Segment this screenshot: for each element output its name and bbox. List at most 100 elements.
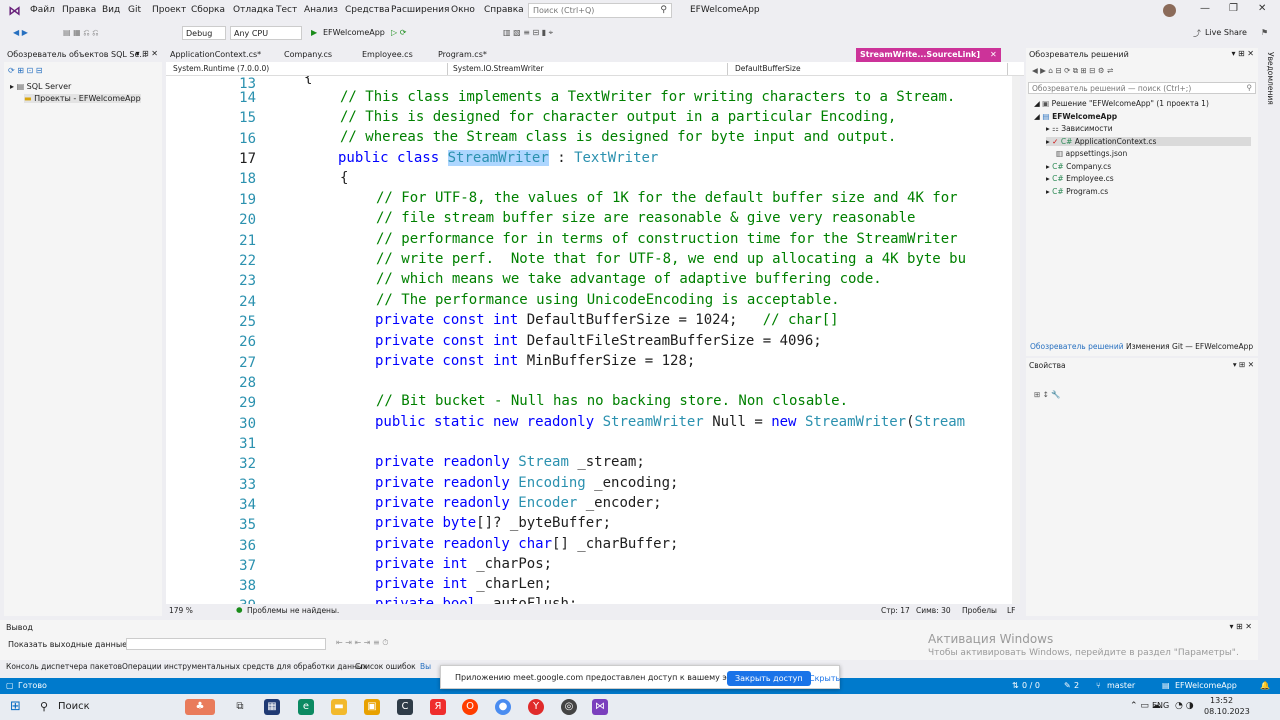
clock-time[interactable]: 13:52 [1210, 696, 1233, 705]
app-icon[interactable]: ▦ [264, 699, 280, 715]
tab-output[interactable]: Вы [420, 662, 431, 671]
menu-test[interactable]: Тест [276, 5, 297, 15]
tab-program[interactable]: Program.cs* [434, 48, 491, 62]
notifications-rail[interactable]: Уведомления [1262, 48, 1280, 678]
tab-package-manager[interactable]: Консоль диспетчера пакетов [6, 662, 122, 671]
branch-name[interactable]: master [1107, 681, 1135, 690]
project-dropdown[interactable]: System.Runtime (7.0.0.0) [170, 63, 448, 75]
vertical-scrollbar[interactable] [1012, 76, 1020, 604]
member-dropdown[interactable]: DefaultBufferSize [732, 63, 1008, 75]
language-indicator[interactable]: ENG [1152, 701, 1169, 710]
opera-icon[interactable]: O [462, 699, 478, 715]
pencil-icon[interactable]: ✎ [1064, 681, 1071, 690]
tab-application-context[interactable]: ApplicationContext.cs* [166, 48, 265, 62]
run-button[interactable]: EFWelcomeApp [320, 26, 388, 40]
tree-item-employee[interactable]: ▸ C# Employee.cs [1046, 174, 1114, 183]
close-icon[interactable]: ▾ ⊞ ✕ [1229, 622, 1252, 631]
changes-count[interactable]: 2 [1074, 681, 1079, 690]
menu-debug[interactable]: Отладка [233, 5, 274, 15]
sync-icon[interactable]: ⇅ [1012, 681, 1019, 690]
explorer-icon[interactable]: ▬ [331, 699, 347, 715]
close-icon[interactable]: ▾ ⊞ ✕ [135, 49, 158, 58]
issues-status[interactable]: Проблемы не найдены. [247, 606, 339, 615]
tab-git-changes[interactable]: Изменения Git — EFWelcomeApp [1126, 342, 1253, 351]
tree-item-project[interactable]: ◢ ▤ EFWelcomeApp [1034, 112, 1117, 121]
close-icon[interactable]: ✕ [1258, 3, 1266, 14]
tree-item-dependencies[interactable]: ▸ ⚏ Зависимости [1046, 124, 1113, 133]
tab-data-tools[interactable]: Операции инструментальных средств для об… [122, 662, 367, 671]
close-tab-icon[interactable]: ✕ [986, 48, 1001, 62]
task-view-icon[interactable]: ⧉ [232, 699, 248, 715]
repo-name[interactable]: EFWelcomeApp [1175, 681, 1237, 690]
properties-toolbar-icons[interactable]: ⊞ ↕ 🔧 [1034, 390, 1061, 399]
menu-file[interactable]: Файл [30, 5, 55, 15]
output-source-dropdown[interactable] [126, 638, 326, 650]
menu-build[interactable]: Сборка [191, 5, 225, 15]
minimize-icon[interactable]: — [1200, 3, 1210, 14]
terminal-icon[interactable]: C [397, 699, 413, 715]
clock-date[interactable]: 08.10.2023 [1204, 707, 1250, 716]
taskbar-search-icon[interactable]: ⚲ [40, 700, 48, 713]
live-share-button[interactable]: Live Share [1202, 26, 1250, 40]
panel-toolbar-icons[interactable]: ⟳ ⊞ ⊡ ⊟ [8, 66, 42, 75]
col-indicator[interactable]: Симв: 30 [916, 606, 951, 615]
menu-tools[interactable]: Средства [345, 5, 390, 15]
menu-view[interactable]: Вид [102, 5, 120, 15]
hide-button[interactable]: Скрыть [809, 674, 840, 683]
tab-company[interactable]: Company.cs [280, 48, 336, 62]
menu-extensions[interactable]: Расширения [391, 5, 449, 15]
config-dropdown[interactable]: Debug [182, 26, 226, 40]
toolbar-icons-2[interactable]: ▥ ▧ ≡ ⊟ ▮ ⌖ [500, 26, 556, 40]
maximize-icon[interactable]: ❐ [1229, 3, 1238, 14]
app2-icon[interactable]: ▣ [364, 699, 380, 715]
feedback-icon[interactable]: ⚑ [1258, 26, 1271, 40]
eol-indicator[interactable]: LF [1007, 606, 1016, 615]
tree-item-appsettings[interactable]: ▥ appsettings.json [1056, 149, 1127, 158]
code-editor[interactable]: 13 { 14 // This class implements a TextW… [166, 76, 1019, 604]
output-toolbar-icons[interactable]: ⇤ ⇥ ⇤ ⇥ ≡ ⏱ [336, 638, 388, 648]
solution-search-input[interactable]: Обозреватель решений — поиск (Ctrl+;) ⚲ [1028, 82, 1256, 94]
edge-icon[interactable]: e [298, 699, 314, 715]
tree-item-company[interactable]: ▸ C# Company.cs [1046, 162, 1111, 171]
widgets-icon[interactable]: ♣ [185, 699, 215, 715]
close-icon[interactable]: ▾ ⊞ ✕ [1231, 49, 1254, 58]
search-input[interactable]: Поиск (Ctrl+Q) ⚲ [528, 3, 672, 18]
solution-toolbar-icons[interactable]: ◀ ▶ ⌂ ⊟ ⟳ ⧉ ⊞ ⊟ ⚙ ⇌ [1032, 66, 1113, 76]
menu-window[interactable]: Окно [451, 5, 475, 15]
yandex-icon[interactable]: Я [430, 699, 446, 715]
visual-studio-icon[interactable]: ⋈ [592, 699, 608, 715]
tab-employee[interactable]: Employee.cs [358, 48, 417, 62]
type-dropdown[interactable]: System.IO.StreamWriter [450, 63, 728, 75]
tree-item-applicationcontext[interactable]: ▸ ✓ C# ApplicationContext.cs [1046, 137, 1251, 146]
chrome-icon[interactable]: ● [495, 699, 511, 715]
tab-error-list[interactable]: Список ошибок [355, 662, 416, 671]
tree-item-sql-server[interactable]: ▸ ▤ SQL Server [10, 82, 71, 91]
network-icon[interactable]: ◔ ◑ [1175, 701, 1194, 711]
zoom-level[interactable]: 179 % [169, 606, 193, 615]
windows-start-icon[interactable]: ⊞ [10, 699, 21, 714]
tab-solution-explorer[interactable]: Обозреватель решений [1030, 342, 1124, 351]
close-icon[interactable]: ▾ ⊞ ✕ [1233, 360, 1254, 369]
run-without-debug-icon[interactable]: ▷ ⟳ [388, 26, 409, 40]
branch-icon[interactable]: ⑂ [1096, 681, 1101, 690]
menu-git[interactable]: Git [128, 5, 141, 15]
stop-sharing-button[interactable]: Закрыть доступ [727, 671, 811, 686]
notifications-icon[interactable]: 🔔 [1260, 681, 1270, 690]
tree-item-projects[interactable]: ▬ Проекты - EFWelcomeApp [24, 94, 141, 103]
commit-counts[interactable]: 0 / 0 [1022, 681, 1040, 690]
run-icon[interactable]: ▶ [308, 26, 320, 40]
taskbar-search[interactable]: Поиск [58, 701, 90, 712]
tree-item-program[interactable]: ▸ C# Program.cs [1046, 187, 1108, 196]
tab-streamwriter-source[interactable]: StreamWrite...SourceLink] [856, 48, 996, 62]
tree-item-solution[interactable]: ◢ ▣ Решение "EFWelcomeApp" (1 проекта 1) [1034, 99, 1209, 108]
menu-edit[interactable]: Правка [62, 5, 96, 15]
platform-dropdown[interactable]: Any CPU [230, 26, 302, 40]
app3-icon[interactable]: ◎ [561, 699, 577, 715]
menu-help[interactable]: Справка [484, 5, 524, 15]
menu-project[interactable]: Проект [152, 5, 186, 15]
yandex-browser-icon[interactable]: Y [528, 699, 544, 715]
line-indicator[interactable]: Стр: 17 [881, 606, 910, 615]
spaces-indicator[interactable]: Пробелы [962, 606, 997, 615]
avatar[interactable] [1163, 4, 1176, 17]
repo-icon[interactable]: ▤ [1162, 681, 1170, 690]
